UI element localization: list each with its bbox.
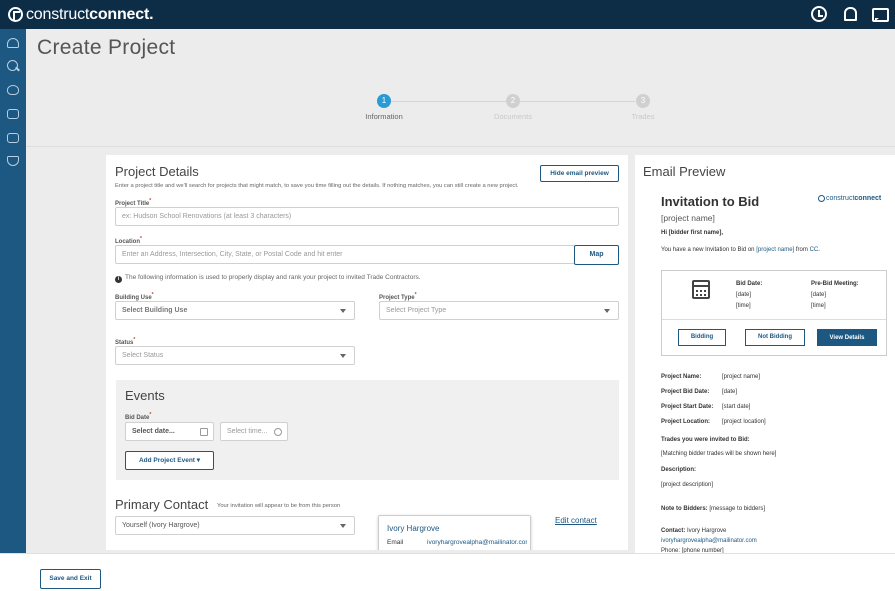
project-type-label: Project Type* bbox=[379, 292, 417, 301]
prebid-label: Pre-Bid Meeting: bbox=[811, 281, 859, 287]
bid-time-input[interactable]: Select time... bbox=[220, 422, 288, 441]
step-number: 3 bbox=[636, 94, 650, 108]
events-heading: Events bbox=[125, 388, 165, 403]
email-bid-box: Bid Date: [date] [time] Pre-Bid Meeting:… bbox=[661, 270, 887, 356]
bid-time-placeholder: Select time... bbox=[227, 428, 268, 435]
primary-contact-heading: Primary Contact bbox=[115, 497, 209, 512]
hide-email-preview-button[interactable]: Hide email preview bbox=[540, 165, 619, 182]
step-number: 1 bbox=[377, 94, 391, 108]
view-details-button[interactable]: View Details bbox=[817, 329, 877, 346]
bid-date-value: [date] bbox=[736, 292, 752, 298]
calendar-icon bbox=[200, 428, 208, 436]
bid-date-placeholder: Select date... bbox=[132, 428, 175, 435]
building-use-select[interactable]: Select Building Use bbox=[115, 301, 355, 320]
constructconnect-logo[interactable]: construct connect. bbox=[8, 5, 154, 24]
info-icon: i bbox=[115, 276, 122, 283]
email-preview-panel: Email Preview construct connect Invitatio… bbox=[635, 155, 895, 555]
field-value: [start date] bbox=[722, 404, 751, 410]
project-title-input[interactable]: ex: Hudson School Renovations (at least … bbox=[115, 207, 619, 226]
save-and-exit-button[interactable]: Save and Exit bbox=[40, 569, 101, 589]
email-body: construct connect Invitation to Bid [proj… bbox=[655, 178, 895, 555]
field-label: Project Start Date: bbox=[661, 404, 714, 410]
email-project-name: [project name] bbox=[661, 213, 715, 223]
edit-contact-link[interactable]: Edit contact bbox=[555, 516, 597, 525]
step-label: Trades bbox=[631, 112, 655, 121]
step-trades[interactable]: 3 Trades bbox=[598, 94, 688, 121]
prebid-time-value: [time] bbox=[811, 303, 826, 309]
field-label: Project Bid Date: bbox=[661, 389, 710, 395]
email-preview-heading: Email Preview bbox=[643, 164, 726, 179]
contact-card-email-label: Email bbox=[387, 539, 404, 546]
top-bar: construct connect. bbox=[0, 0, 895, 29]
email-logo: construct connect bbox=[818, 195, 881, 202]
description-label: Description: bbox=[661, 467, 697, 473]
step-label: Information bbox=[365, 112, 403, 121]
logo-mark-icon bbox=[8, 7, 23, 22]
step-label: Documents bbox=[494, 112, 532, 121]
bid-box-divider bbox=[662, 319, 886, 320]
project-type-select[interactable]: Select Project Type bbox=[379, 301, 619, 320]
email-logo-light: construct bbox=[826, 195, 855, 202]
field-label: Project Location: bbox=[661, 419, 711, 425]
status-select[interactable]: Select Status bbox=[115, 346, 355, 365]
chat-icon[interactable] bbox=[871, 6, 889, 22]
document-icon[interactable] bbox=[6, 132, 20, 144]
location-label: Location* bbox=[115, 236, 142, 245]
trades-value: [Matching bidder trades will be shown he… bbox=[661, 451, 777, 457]
email-contact: Contact: Ivory Hargrove bbox=[661, 528, 727, 534]
calendar-icon bbox=[692, 280, 710, 299]
field-value: [date] bbox=[722, 389, 738, 395]
project-form: Project Details Hide email preview Enter… bbox=[106, 155, 628, 550]
page-title: Create Project bbox=[37, 36, 176, 59]
project-details-heading: Project Details bbox=[115, 164, 199, 179]
history-icon[interactable] bbox=[811, 6, 827, 22]
map-button[interactable]: Map bbox=[574, 245, 619, 265]
dashboard-icon[interactable] bbox=[6, 37, 20, 49]
field-value: [project name] bbox=[722, 374, 761, 380]
search-icon[interactable] bbox=[6, 60, 20, 72]
primary-contact-select[interactable]: Yourself (Ivory Hargrove) bbox=[115, 516, 355, 535]
email-logo-bold: connect bbox=[854, 195, 882, 202]
project-details-hint: Enter a project title and we'll search f… bbox=[115, 183, 519, 189]
bid-date-label: Bid Date: bbox=[736, 281, 763, 287]
contact-card-email[interactable]: ivoryhargrovealpha@mailinator.com bbox=[427, 539, 527, 546]
location-input[interactable]: Enter an Address, Intersection, City, St… bbox=[115, 245, 575, 264]
logo-text-light: construct bbox=[26, 5, 90, 23]
bell-icon[interactable] bbox=[841, 6, 857, 22]
info-note: i The following information is used to pr… bbox=[115, 274, 421, 283]
contact-card: Ivory Hargrove Email ivoryhargrovealpha@… bbox=[378, 515, 531, 550]
logo-text-bold: connect. bbox=[89, 5, 154, 23]
note-to-bidders: Note to Bidders: [message to bidders] bbox=[661, 506, 766, 512]
status-label: Status* bbox=[115, 337, 136, 346]
clock-icon bbox=[274, 428, 282, 436]
step-documents[interactable]: 2 Documents bbox=[468, 94, 558, 121]
shield-icon[interactable] bbox=[6, 155, 20, 167]
field-value: [project location] bbox=[722, 419, 766, 425]
bottom-bar: Save and Exit bbox=[0, 553, 895, 591]
stepper: 1 Information 2 Documents 3 Trades bbox=[0, 93, 895, 133]
primary-contact-note: Your invitation will appear to be from t… bbox=[217, 503, 341, 509]
project-title-label: Project Title* bbox=[115, 198, 152, 207]
email-intro: You have a new Invitation to Bid on [pro… bbox=[661, 247, 820, 253]
step-information[interactable]: 1 Information bbox=[339, 94, 429, 121]
bid-date-label: Bid Date* bbox=[125, 412, 152, 421]
trades-label: Trades you were invited to Bid: bbox=[661, 437, 750, 443]
bid-date-input[interactable]: Select date... bbox=[125, 422, 214, 441]
email-greeting: Hi [bidder first name], bbox=[661, 230, 724, 236]
contact-card-name: Ivory Hargrove bbox=[387, 524, 440, 533]
events-section: Events Bid Date* Select date... Select t… bbox=[116, 380, 619, 480]
bid-time-value: [time] bbox=[736, 303, 751, 309]
field-label: Project Name: bbox=[661, 374, 702, 380]
prebid-date-value: [date] bbox=[811, 292, 827, 298]
divider bbox=[26, 146, 895, 147]
email-logo-mark-icon bbox=[818, 195, 825, 202]
add-project-event-button[interactable]: Add Project Event ▾ bbox=[125, 451, 214, 470]
building-use-label: Building Use* bbox=[115, 292, 154, 301]
step-number: 2 bbox=[506, 94, 520, 108]
bidding-button[interactable]: Bidding bbox=[678, 329, 726, 346]
description-value: [project description] bbox=[661, 482, 714, 488]
not-bidding-button[interactable]: Not Bidding bbox=[745, 329, 805, 346]
email-contact-email[interactable]: ivoryhargrovealpha@mailinator.com bbox=[661, 538, 757, 544]
email-heading: Invitation to Bid bbox=[661, 194, 760, 209]
